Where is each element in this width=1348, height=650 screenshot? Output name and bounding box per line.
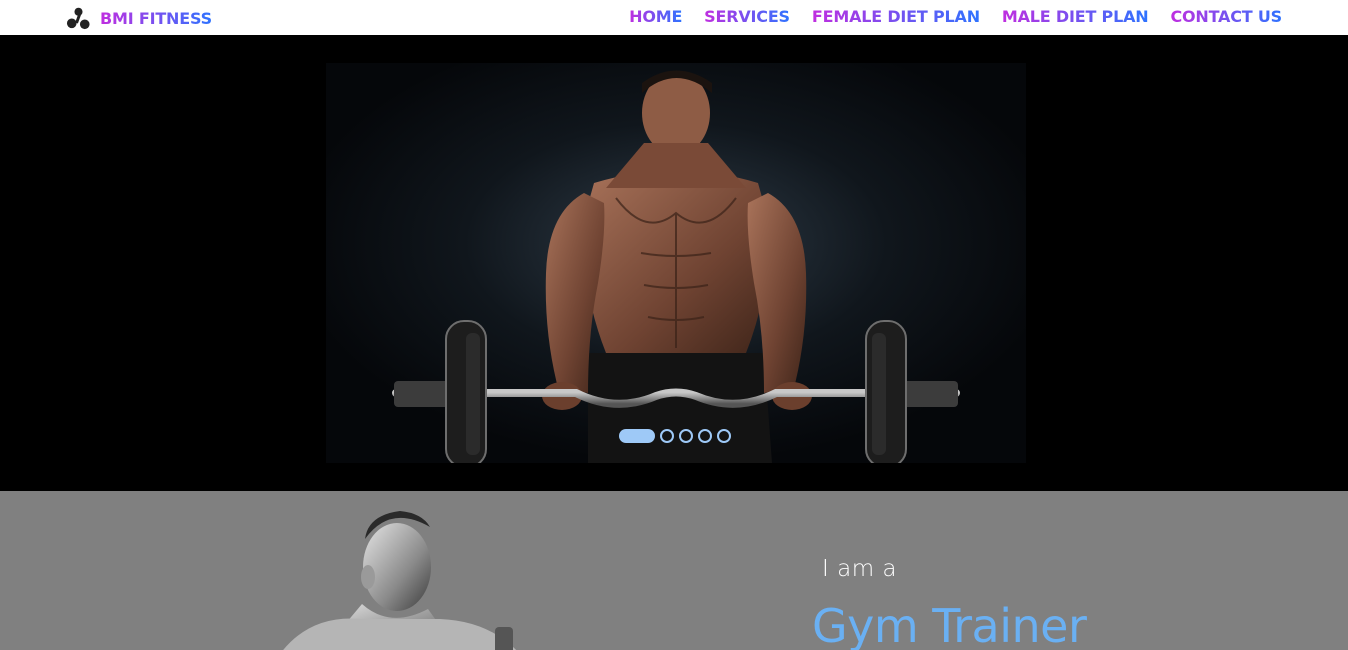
nav-item-contact-us[interactable]: CONTACT US: [1170, 7, 1282, 26]
carousel-dot-1[interactable]: [619, 429, 655, 443]
brand-link[interactable]: BMI FITNESS: [66, 5, 212, 31]
carousel-dot-2[interactable]: [660, 429, 674, 443]
intro-text: I am a: [822, 556, 897, 582]
nav-item-home[interactable]: HOME: [629, 7, 682, 26]
role-title: Gym Trainer: [812, 599, 1087, 650]
carousel-dot-3[interactable]: [679, 429, 693, 443]
nav-item-services[interactable]: SERVICES: [704, 7, 790, 26]
nav-item-male-diet-plan[interactable]: MALE DIET PLAN: [1002, 7, 1149, 26]
carousel-indicators: [619, 429, 731, 443]
nav-menu: HOME SERVICES FEMALE DIET PLAN MALE DIET…: [629, 7, 1282, 26]
dumbbell-plates-icon: [66, 7, 90, 29]
hero-carousel: [0, 35, 1348, 491]
about-section: I am a Gym Trainer: [0, 491, 1348, 650]
trainer-photo: [283, 511, 517, 650]
brand-name: BMI FITNESS: [100, 8, 212, 28]
navbar: BMI FITNESS HOME SERVICES FEMALE DIET PL…: [0, 0, 1348, 35]
nav-item-female-diet-plan[interactable]: FEMALE DIET PLAN: [812, 7, 980, 26]
carousel-dot-4[interactable]: [698, 429, 712, 443]
hero-slide-image: [326, 63, 1026, 463]
carousel-dot-5[interactable]: [717, 429, 731, 443]
